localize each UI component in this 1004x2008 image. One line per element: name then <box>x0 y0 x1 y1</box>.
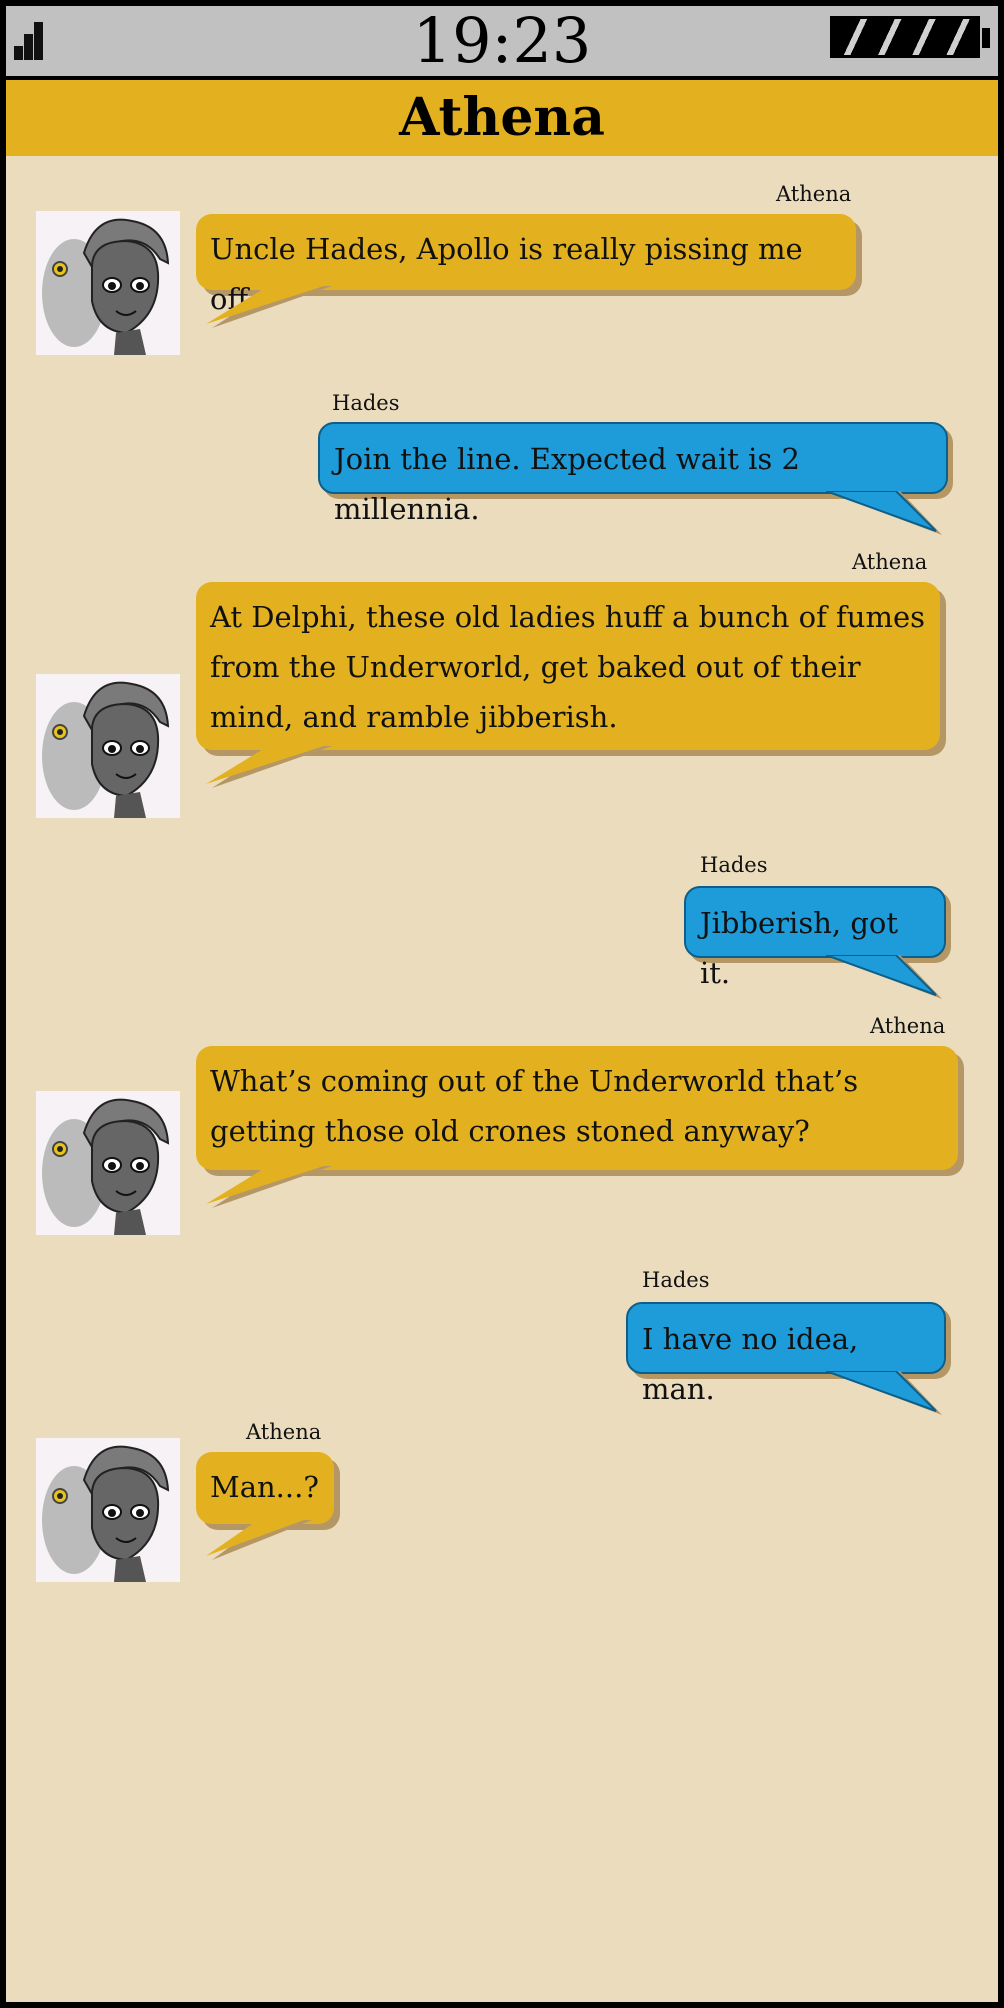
sender-name: Athena <box>870 1014 946 1038</box>
athena-avatar <box>36 674 180 818</box>
message-bubble: At Delphi, these old ladies huff a bunch… <box>196 582 940 750</box>
sender-name: Hades <box>642 1268 710 1292</box>
bubble-tail <box>826 1371 942 1415</box>
phone-screen: 19:23 Athena Athena Uncle Hades, Apollo … <box>6 6 998 2002</box>
sender-name: Athena <box>246 1420 322 1444</box>
message-text: Man...? <box>210 1470 319 1504</box>
bubble-tail <box>206 746 332 788</box>
sender-name: Athena <box>776 182 852 206</box>
bubble-tail <box>826 955 942 999</box>
chat-title: Athena <box>399 87 605 148</box>
message-bubble: Join the line. Expected wait is 2 millen… <box>318 422 948 526</box>
bubble-tail <box>206 286 332 328</box>
message-bubble: Jibberish, got it. <box>684 886 946 990</box>
bubble-tail <box>206 1520 312 1560</box>
sender-name: Hades <box>332 391 400 415</box>
athena-avatar <box>36 211 180 355</box>
battery-icon <box>830 16 980 58</box>
message-bubble: I have no idea, man. <box>626 1302 946 1406</box>
athena-avatar <box>36 1091 180 1235</box>
message-bubble: Uncle Hades, Apollo is really pissing me… <box>196 214 856 316</box>
status-bar: 19:23 <box>6 6 998 80</box>
chat-header: Athena <box>6 80 998 156</box>
message-text: At Delphi, these old ladies huff a bunch… <box>210 600 925 734</box>
message-bubble: Man...? <box>196 1452 334 1524</box>
battery-terminal <box>982 28 990 48</box>
sender-name: Athena <box>852 550 928 574</box>
sender-name: Hades <box>700 853 768 877</box>
athena-avatar <box>36 1438 180 1582</box>
message-text: What’s coming out of the Underworld that… <box>210 1064 859 1148</box>
message-bubble: What’s coming out of the Underworld that… <box>196 1046 958 1170</box>
bubble-tail <box>826 491 942 535</box>
bubble-tail <box>206 1166 332 1208</box>
